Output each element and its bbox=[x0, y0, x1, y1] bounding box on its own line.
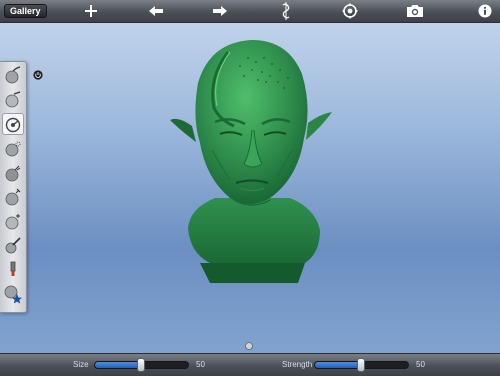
grab-tool-icon[interactable] bbox=[2, 113, 24, 135]
draw-tool-icon[interactable] bbox=[2, 64, 24, 86]
sculpt-tool-palette bbox=[0, 61, 27, 313]
top-toolbar: Gallery bbox=[0, 0, 500, 23]
redo-icon[interactable] bbox=[209, 2, 231, 20]
flatten-tool-icon[interactable] bbox=[2, 88, 24, 110]
size-slider-fill bbox=[95, 362, 142, 368]
strength-value: 50 bbox=[416, 360, 425, 369]
paint-tool-icon[interactable] bbox=[2, 258, 24, 280]
size-value: 50 bbox=[196, 360, 205, 369]
symmetry-icon[interactable] bbox=[275, 2, 297, 20]
size-label: Size bbox=[73, 360, 89, 369]
strength-slider-thumb[interactable] bbox=[357, 358, 365, 372]
flatten-brush-tool-icon[interactable] bbox=[2, 210, 24, 232]
undo-icon[interactable] bbox=[145, 2, 167, 20]
add-icon[interactable] bbox=[80, 2, 102, 20]
sculpt-head-model[interactable] bbox=[170, 38, 335, 288]
inflate-tool-icon[interactable] bbox=[2, 186, 24, 208]
pivot-dot-icon[interactable] bbox=[245, 337, 253, 350]
size-slider-thumb[interactable] bbox=[137, 358, 145, 372]
info-icon[interactable] bbox=[474, 2, 496, 20]
smooth-tool-icon[interactable] bbox=[2, 138, 24, 160]
strength-slider-fill bbox=[315, 362, 362, 368]
strength-label: Strength bbox=[282, 360, 313, 369]
stamp-tool-icon[interactable] bbox=[2, 283, 24, 305]
pinch-tool-icon[interactable] bbox=[2, 162, 24, 184]
gallery-button[interactable]: Gallery bbox=[4, 4, 47, 18]
power-icon[interactable] bbox=[33, 67, 43, 80]
camera-reset-icon[interactable] bbox=[339, 2, 361, 20]
bottom-toolbar: Size 50 Strength 50 bbox=[0, 353, 500, 376]
screenshot-camera-icon[interactable] bbox=[404, 2, 426, 20]
crease-tool-icon[interactable] bbox=[2, 234, 24, 256]
